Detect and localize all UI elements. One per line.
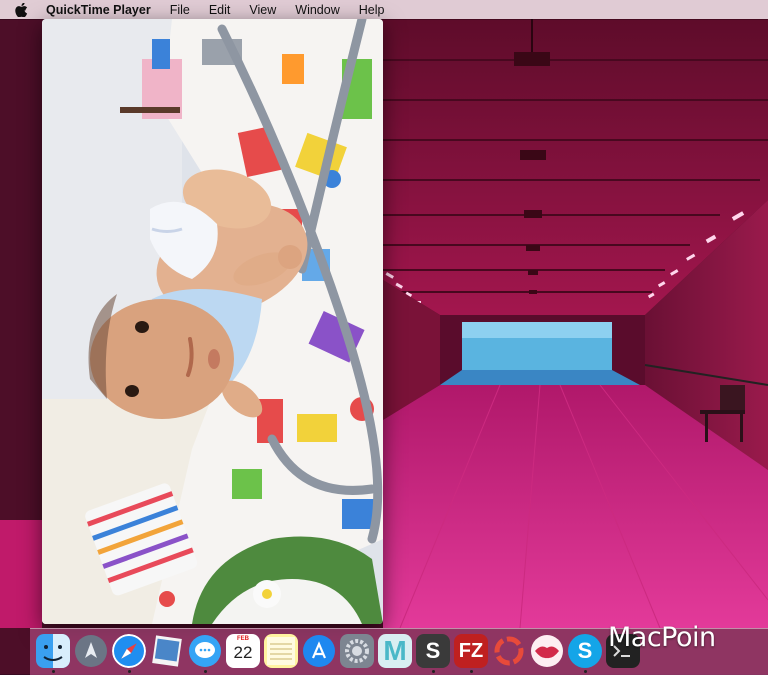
- watermark-logo: MacPoin: [608, 622, 716, 653]
- letter-s-icon[interactable]: S: [416, 634, 450, 668]
- rocket-icon[interactable]: [74, 634, 108, 668]
- filezilla-icon[interactable]: FZ: [454, 634, 488, 668]
- app-name-menu[interactable]: QuickTime Player: [46, 3, 151, 17]
- calendar-icon[interactable]: FEB 22: [226, 634, 260, 668]
- ring-icon[interactable]: [492, 634, 526, 668]
- running-indicator: [204, 670, 207, 673]
- menu-window[interactable]: Window: [295, 3, 339, 17]
- letter-m-icon[interactable]: M: [378, 634, 412, 668]
- running-indicator: [584, 670, 587, 673]
- calendar-day: 22: [233, 643, 253, 662]
- notepad-icon[interactable]: [264, 634, 298, 668]
- finder-icon[interactable]: [36, 634, 70, 668]
- menu-edit[interactable]: Edit: [209, 3, 231, 17]
- skype-icon[interactable]: S: [568, 634, 602, 668]
- running-indicator: [128, 670, 131, 673]
- running-indicator: [432, 670, 435, 673]
- compass-icon[interactable]: [112, 634, 146, 668]
- running-indicator: [470, 670, 473, 673]
- menu-view[interactable]: View: [249, 3, 276, 17]
- app-store-icon[interactable]: [302, 634, 336, 668]
- menu-bar: QuickTime Player File Edit View Window H…: [0, 0, 768, 19]
- apple-logo-icon[interactable]: [15, 2, 29, 17]
- lips-icon[interactable]: [530, 634, 564, 668]
- speech-bubble-icon[interactable]: [188, 634, 222, 668]
- menu-file[interactable]: File: [170, 3, 190, 17]
- photo-stack-icon[interactable]: [150, 634, 184, 668]
- calendar-month: FEB: [237, 636, 249, 642]
- video-frame: [42, 19, 383, 624]
- menu-help[interactable]: Help: [359, 3, 385, 17]
- running-indicator: [52, 670, 55, 673]
- gear-icon[interactable]: [340, 634, 374, 668]
- quicktime-video-window[interactable]: [42, 19, 383, 624]
